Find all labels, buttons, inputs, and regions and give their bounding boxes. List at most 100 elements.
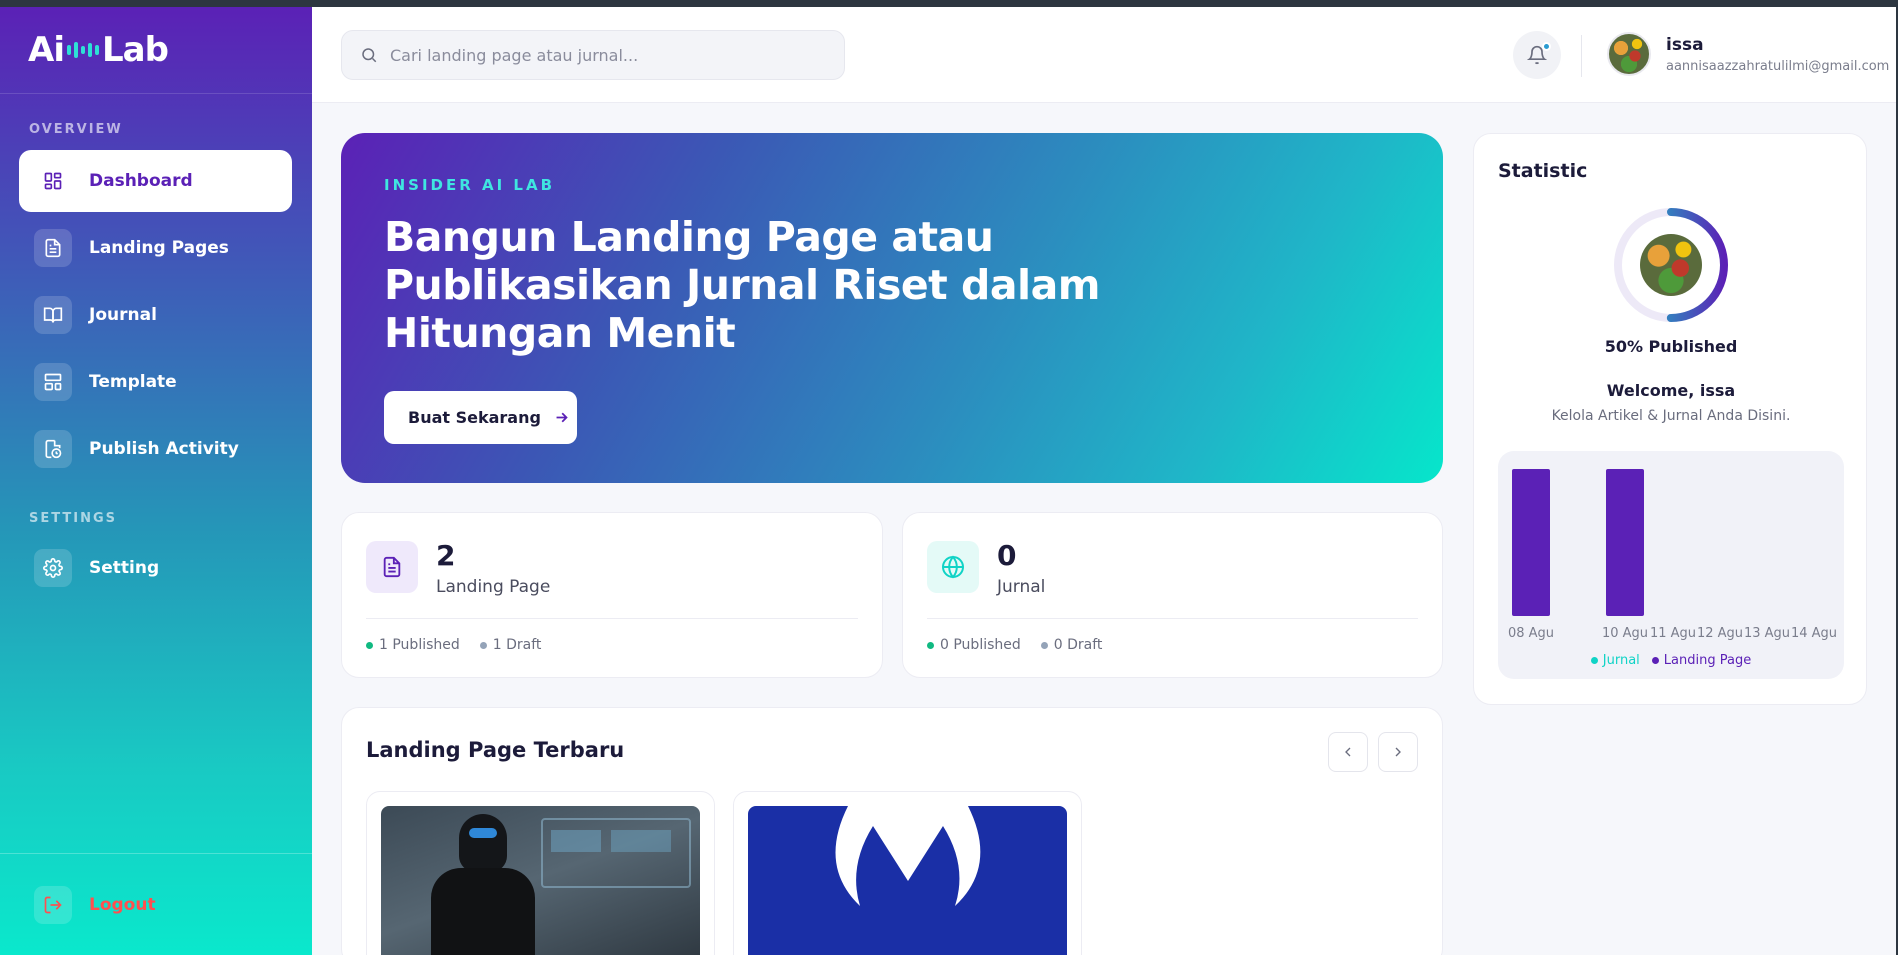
hero-banner: INSIDER AI LAB Bangun Landing Page atau … (341, 133, 1443, 483)
chevron-right-icon (1395, 747, 1401, 757)
sidebar-item-label: Landing Pages (89, 238, 229, 258)
sidebar-divider (0, 853, 312, 854)
x-tick-label: 12 Agu (1697, 626, 1743, 641)
x-tick-label: 14 Agu (1791, 626, 1837, 641)
statistic-title: Statistic (1498, 160, 1588, 182)
stat-footer: 1 Published 1 Draft (366, 637, 541, 653)
header-divider (1581, 35, 1582, 77)
logout-button[interactable]: Logout (19, 874, 292, 936)
x-tick-label: 11 Agu (1650, 626, 1696, 641)
book-open-icon (34, 296, 72, 334)
stat-divider (366, 618, 858, 619)
top-header: issa aannisaazzahratulilmi@gmail.com (312, 7, 1896, 103)
draft-dot (1040, 641, 1048, 649)
sidebar-item-dashboard[interactable]: Dashboard (19, 150, 292, 212)
search-box[interactable] (341, 30, 845, 80)
latest-landing-pages-title: Landing Page Terbaru (366, 738, 625, 762)
legend-item-landing-page[interactable]: Landing Page (1651, 653, 1752, 668)
welcome-text: Welcome, issa (1606, 381, 1736, 400)
legend-swatch (1590, 657, 1598, 664)
create-now-label: Buat Sekarang (408, 408, 541, 427)
carousel-next-button[interactable] (1378, 732, 1418, 772)
file-text-icon (34, 229, 72, 267)
stat-count: 0 (997, 539, 1017, 572)
draft-count: 0 Draft (1053, 637, 1103, 653)
notification-dot (1542, 42, 1551, 51)
brand-name-left: Ai (28, 30, 65, 70)
arrow-right-icon (556, 412, 568, 423)
overview-section-label: OVERVIEW (29, 122, 123, 137)
landing-page-card[interactable] (366, 791, 715, 955)
draft-count: 1 Draft (492, 637, 542, 653)
bar-landing-page-0[interactable] (1512, 469, 1550, 616)
landing-page-card[interactable] (733, 791, 1082, 955)
statistic-avatar (1640, 234, 1702, 296)
brand-name-right: Lab (101, 30, 169, 70)
journal-stat-card[interactable]: 0 Jurnal 0 Published 0 Draft (902, 512, 1443, 678)
legend-label: Landing Page (1663, 653, 1752, 668)
create-now-button[interactable]: Buat Sekarang (384, 391, 577, 444)
published-count: 1 Published (379, 637, 460, 653)
x-tick-label: 10 Agu (1602, 626, 1648, 641)
stat-divider (927, 618, 1418, 619)
stat-footer: 0 Published 0 Draft (927, 637, 1102, 653)
brand-logo[interactable]: Ai Lab (0, 7, 312, 94)
published-dot (366, 641, 373, 649)
legend-item-jurnal[interactable]: Jurnal (1590, 653, 1640, 668)
activity-bar-chart: 08 Agu 10 Agu 11 Agu 12 Agu 13 Agu 14 Agu (1508, 469, 1837, 641)
sidebar-item-journal[interactable]: Journal (19, 284, 292, 346)
notification-button[interactable] (1513, 31, 1561, 79)
search-input[interactable] (390, 45, 830, 65)
bar-landing-page-1[interactable] (1606, 469, 1644, 616)
stat-count: 2 (436, 539, 456, 572)
x-tick-label: 13 Agu (1744, 626, 1790, 641)
legend-label: Jurnal (1602, 653, 1640, 668)
gear-icon (34, 549, 72, 587)
sidebar-item-landing-pages[interactable]: Landing Pages (19, 217, 292, 279)
welcome-subtitle: Kelola Artikel & Jurnal Anda Disini. (1551, 408, 1791, 424)
legend-swatch (1651, 657, 1659, 664)
latest-landing-pages-card: Landing Page Terbaru (341, 707, 1443, 955)
search-icon (362, 48, 377, 63)
user-name: issa (1666, 35, 1704, 55)
published-percentage: 50% Published (1604, 337, 1738, 356)
layout-icon (34, 363, 72, 401)
statistic-panel: Statistic 50% Published Welcome, issa Ke… (1473, 133, 1867, 705)
hero-title: Bangun Landing Page atau Publikasikan Ju… (384, 213, 1101, 357)
chart-legend: Jurnal Landing Page (1498, 653, 1844, 668)
x-tick-label: 08 Agu (1508, 626, 1554, 641)
globe-icon (927, 541, 979, 593)
sidebar-item-label: Template (89, 372, 177, 392)
sidebar: Ai Lab OVERVIEW Dashboard Landing Pages … (0, 7, 312, 955)
landing-page-thumbnail (381, 806, 700, 955)
landing-page-thumbnail (748, 806, 1067, 955)
window-top-bar (0, 0, 1898, 7)
sidebar-item-publish-activity[interactable]: Publish Activity (19, 418, 292, 480)
hero-kicker: INSIDER AI LAB (384, 176, 556, 194)
avatar[interactable] (1607, 32, 1651, 76)
stat-label: Landing Page (436, 577, 551, 597)
file-text-icon (366, 541, 418, 593)
settings-section-label: SETTINGS (29, 511, 118, 526)
published-count: 0 Published (940, 637, 1021, 653)
brand-mark-graphic (835, 806, 981, 906)
carousel-prev-button[interactable] (1328, 732, 1368, 772)
user-email: aannisaazzahratulilmi@gmail.com (1666, 59, 1890, 74)
logout-label: Logout (89, 895, 156, 915)
sidebar-item-template[interactable]: Template (19, 351, 292, 413)
grid-icon (34, 162, 72, 200)
sidebar-item-setting[interactable]: Setting (19, 537, 292, 599)
landing-page-stat-card[interactable]: 2 Landing Page 1 Published 1 Draft (341, 512, 883, 678)
stat-label: Jurnal (997, 577, 1046, 597)
sidebar-item-label: Publish Activity (89, 439, 239, 459)
activity-chart: 08 Agu 10 Agu 11 Agu 12 Agu 13 Agu 14 Agu Jur… (1498, 451, 1844, 679)
sidebar-item-label: Dashboard (89, 171, 193, 191)
logout-icon (34, 886, 72, 924)
draft-dot (479, 641, 487, 649)
sidebar-item-label: Setting (89, 558, 160, 578)
chevron-left-icon (1345, 747, 1351, 757)
soundwave-icon (66, 35, 99, 65)
published-dot (927, 641, 934, 649)
sidebar-item-label: Journal (89, 305, 157, 325)
file-clock-icon (34, 430, 72, 468)
